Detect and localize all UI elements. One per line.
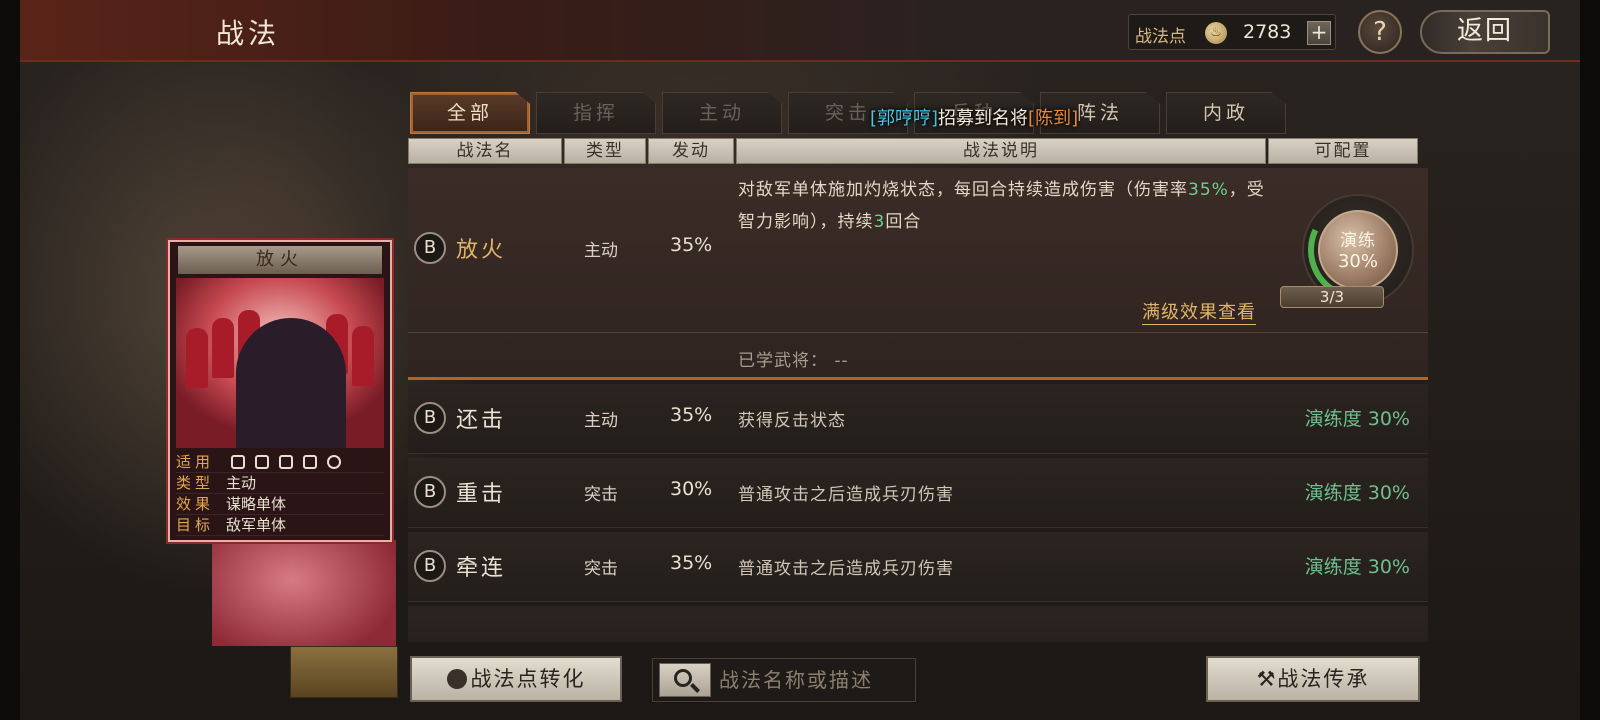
flame-coin-icon: ♨: [1205, 22, 1227, 44]
desc-part: 回合: [885, 212, 922, 232]
learned-generals: 已学武将： --: [738, 351, 849, 371]
training-level: 演练度 30%: [1304, 556, 1410, 578]
skill-rate: 35%: [670, 404, 713, 426]
help-button[interactable]: ?: [1358, 10, 1402, 54]
header-bar: 战法 战法点 ♨ 2783 + ? 返回: [20, 0, 1580, 62]
desc-turns: 3: [873, 212, 886, 232]
skill-detail-card: 放火 适用 类型 主动 效果 谋略单体 目标 敌军单体: [168, 240, 392, 542]
toast-player-name: [郭哼哼]: [870, 108, 939, 129]
skill-type: 突击: [584, 559, 618, 579]
skill-points-value: 2783: [1243, 21, 1292, 43]
spear-icon: [302, 455, 317, 469]
page-title: 战法: [216, 17, 281, 50]
card-info-row: 目标 敌军单体: [176, 515, 384, 536]
desc-part: 对敌军单体施加灼烧状态，每回合持续造成伤害（伤害率: [738, 180, 1188, 200]
skill-rate: 35%: [670, 234, 713, 256]
add-points-button[interactable]: +: [1307, 21, 1331, 45]
desc-damage-rate: 35%: [1188, 180, 1229, 200]
search-button[interactable]: [659, 663, 711, 697]
info-value: 谋略单体: [226, 495, 287, 513]
wheel-icon: [326, 455, 341, 469]
medal-value: 30%: [1337, 251, 1378, 272]
skill-description: 对敌军单体施加灼烧状态，每回合持续造成伤害（伤害率35%，受智力影响），持续3回…: [738, 174, 1278, 238]
strategist-silhouette: [236, 318, 346, 448]
shield-icon: [254, 455, 269, 469]
card-info-row: 类型 主动: [176, 473, 384, 494]
skill-row-expanded[interactable]: B 放火 主动 35% 对敌军单体施加灼烧状态，每回合持续造成伤害（伤害率35%…: [408, 168, 1428, 380]
info-key: 效果: [176, 495, 215, 513]
secondary-card-art: [212, 540, 396, 646]
card-info-row: 效果 谋略单体: [176, 494, 384, 515]
search-icon-handle: [690, 683, 700, 693]
convert-points-button[interactable]: 战法点转化: [410, 656, 622, 702]
skill-row[interactable]: B 牵连 突击 35% 普通攻击之后造成兵刃伤害 演练度 30%: [408, 532, 1428, 602]
tab-all[interactable]: 全部: [410, 92, 530, 134]
info-key: 类型: [176, 474, 215, 492]
convert-label: 战法点转化: [470, 667, 586, 691]
search-box: [652, 658, 916, 702]
toast-general-name: [陈到]: [1028, 108, 1079, 129]
grade-badge: B: [414, 402, 446, 434]
card-info-row: 适用: [176, 452, 384, 473]
toast-message: 招募到名将: [938, 108, 1029, 129]
search-icon: [674, 669, 692, 687]
training-level: 演练度 30%: [1304, 482, 1410, 504]
column-header: 战法名 类型 发动 战法说明 可配置: [408, 138, 1432, 166]
inherit-label: 战法传承: [1277, 667, 1370, 691]
bow-icon: [278, 455, 293, 469]
skill-type: 突击: [584, 485, 618, 505]
right-border: [1580, 0, 1600, 720]
hammer-icon: ⚒: [1256, 667, 1278, 691]
skill-type: 主动: [584, 411, 618, 431]
info-value: 主动: [226, 474, 257, 492]
tab-internal-affairs[interactable]: 内政: [1166, 92, 1286, 134]
tab-active[interactable]: 主动: [662, 92, 782, 134]
skill-name: 牵连: [456, 556, 507, 581]
skill-type: 主动: [584, 241, 618, 261]
search-input[interactable]: [719, 665, 909, 695]
info-key: 适用: [176, 453, 215, 471]
skill-name: 重击: [456, 482, 507, 507]
skill-description: 普通攻击之后造成兵刃伤害: [738, 485, 954, 505]
info-value: 敌军单体: [226, 516, 287, 534]
skill-points-label: 战法点: [1135, 27, 1186, 47]
skill-points-box: 战法点 ♨ 2783 +: [1128, 14, 1336, 50]
col-description: 战法说明: [736, 138, 1266, 164]
grade-badge: B: [414, 232, 446, 264]
tertiary-card-art: [290, 646, 398, 698]
skill-row[interactable]: B 还击 主动 35% 获得反击状态 演练度 30%: [408, 384, 1428, 454]
divider: [408, 332, 1428, 333]
card-info-table: 适用 类型 主动 效果 谋略单体 目标 敌军单体: [176, 452, 384, 536]
skill-name: 放火: [456, 238, 507, 263]
training-medal-core: 演练 30%: [1318, 210, 1398, 290]
grade-badge: B: [414, 550, 446, 582]
card-title: 放火: [178, 246, 382, 274]
tab-command[interactable]: 指挥: [536, 92, 656, 134]
recruit-notification: [郭哼哼]招募到名将[陈到]: [870, 104, 1078, 130]
medal-label: 演练: [1340, 231, 1376, 251]
back-button[interactable]: 返回: [1420, 10, 1550, 54]
training-count-badge: 3/3: [1280, 286, 1384, 308]
col-assignable[interactable]: 可配置: [1268, 138, 1418, 164]
training-level: 演练度 30%: [1304, 408, 1410, 430]
skill-list: B 放火 主动 35% 对敌军单体施加灼烧状态，每回合持续造成伤害（伤害率35%…: [408, 168, 1430, 642]
skill-name: 还击: [456, 408, 507, 433]
skill-rate: 35%: [670, 552, 713, 574]
info-key: 目标: [176, 516, 215, 534]
col-type[interactable]: 类型: [564, 138, 646, 164]
skill-row[interactable]: B 重击 突击 30% 普通攻击之后造成兵刃伤害 演练度 30%: [408, 458, 1428, 528]
flame-icon: [446, 669, 467, 689]
skill-rate: 30%: [670, 478, 713, 500]
left-border: [0, 0, 20, 720]
cavalry-icon: [230, 455, 245, 469]
inherit-skill-button[interactable]: ⚒战法传承: [1206, 656, 1420, 702]
grade-badge: B: [414, 476, 446, 508]
card-illustration: [176, 278, 384, 448]
col-skill-name[interactable]: 战法名: [408, 138, 562, 164]
max-level-effect-link[interactable]: 满级效果查看: [1142, 298, 1256, 325]
skill-description: 获得反击状态: [738, 411, 846, 431]
skill-description: 普通攻击之后造成兵刃伤害: [738, 559, 954, 579]
col-trigger[interactable]: 发动: [648, 138, 734, 164]
skill-row-partial[interactable]: [408, 606, 1428, 642]
